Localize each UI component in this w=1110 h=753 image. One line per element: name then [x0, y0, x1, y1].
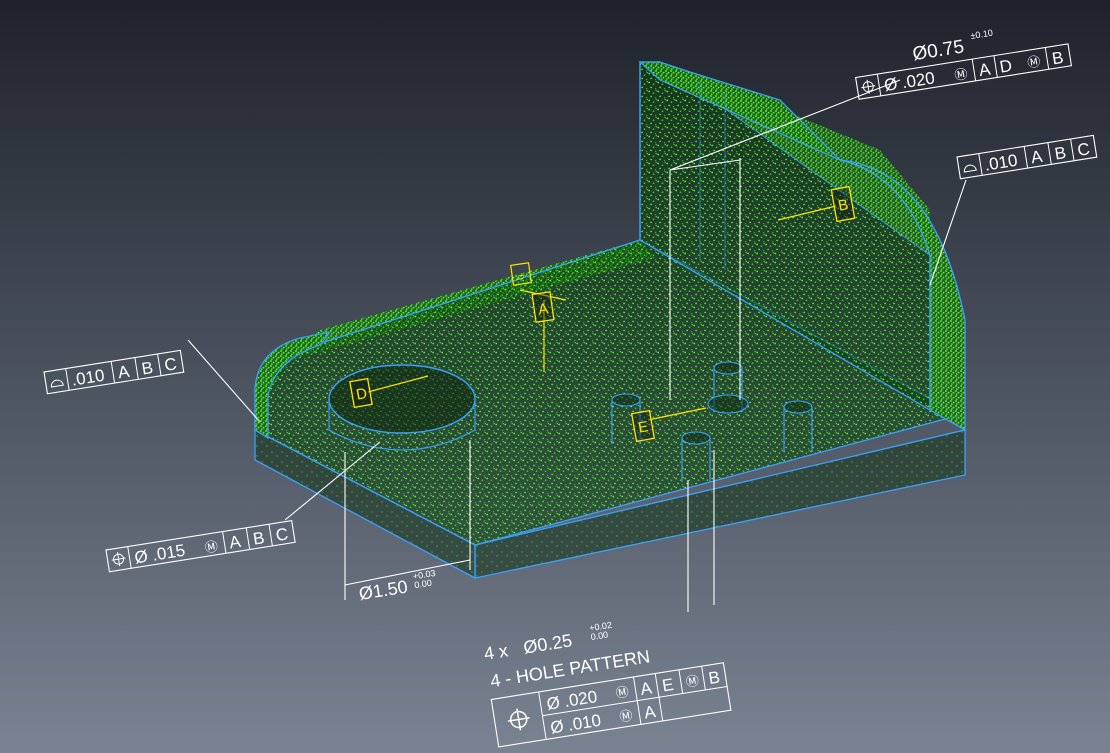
fcf-top-right-ref2: D	[998, 56, 1013, 77]
fcf-right-profile-ref1: A	[1030, 147, 1045, 168]
dim-bore[interactable]: Ø1.50 +0.03 0.00	[357, 568, 439, 604]
hole-pattern-row1-ref2: E	[661, 675, 675, 696]
fcf-left-position-ref3: C	[274, 524, 289, 545]
fcf-left-profile[interactable]: .010 A B C	[43, 349, 185, 395]
dim-bore-tol-lower: 0.00	[414, 578, 433, 591]
fcf-top-right[interactable]: Ø0.75 ±0.10 Ø .020 Ⓜ A D Ⓜ B	[851, 16, 1073, 100]
position-icon	[111, 552, 126, 567]
fcf-left-profile-ref3: C	[163, 354, 178, 375]
mmc-modifier-icon: Ⓜ	[615, 684, 630, 701]
mmc-modifier-icon: Ⓜ	[685, 673, 700, 690]
position-icon	[507, 708, 530, 731]
profile-of-surface-icon	[50, 379, 64, 388]
fcf-left-profile-ref2: B	[140, 358, 154, 379]
fcf-left-position-ref2: B	[252, 528, 266, 549]
hole-pattern-row2-ref1: A	[643, 702, 658, 723]
fcf-right-profile-ref2: B	[1053, 143, 1067, 164]
fcf-left-position[interactable]: Ø .015 Ⓜ A B C	[105, 519, 296, 573]
fcf-top-right-ref3: B	[1051, 48, 1065, 69]
fcf-left-profile-value: .010	[70, 366, 106, 390]
hole-pattern-dim: Ø0.25	[522, 630, 574, 657]
mmc-modifier-icon: Ⓜ	[618, 708, 633, 725]
hole-pattern-tol-lower: 0.00	[590, 629, 609, 642]
hole-pattern-row2-value: Ø .010	[549, 711, 602, 738]
fcf-right-profile[interactable]: .010 A B C	[956, 134, 1098, 180]
hole-pattern-row1-ref1: A	[639, 678, 654, 699]
cad-scene[interactable]: A ⏥ B D E Ø0.75 ±0.10 Ø .020 Ⓜ A D Ⓜ B .…	[0, 0, 1110, 753]
hole-pattern-count: 4 x	[482, 640, 509, 664]
bore-top	[328, 364, 476, 434]
fcf-top-right-ref1: A	[978, 59, 993, 80]
mmc-modifier-icon: Ⓜ	[953, 66, 968, 83]
hole-pattern-callout[interactable]: 4 x Ø0.25 +0.02 0.00 4 - HOLE PATTERN Ø …	[482, 603, 732, 748]
profile-of-surface-icon	[963, 164, 977, 173]
fcf-right-profile-ref3: C	[1076, 139, 1091, 160]
hole-pattern-row1-ref3: B	[707, 668, 721, 689]
fcf-left-profile-ref1: A	[117, 362, 132, 383]
flatness-icon: ⏥	[516, 270, 527, 283]
tol-top-right: ±0.10	[970, 28, 994, 41]
fcf-right-profile-value: .010	[983, 151, 1019, 175]
mmc-modifier-icon: Ⓜ	[1026, 54, 1041, 71]
part-model[interactable]	[254, 61, 966, 580]
mmc-modifier-icon: Ⓜ	[204, 539, 219, 556]
fcf-left-position-ref1: A	[228, 532, 243, 553]
dim-top-right: Ø0.75	[911, 36, 965, 65]
hole-pattern-row1-value: Ø .020	[545, 687, 598, 714]
cad-viewport[interactable]: { "colors": { "background_top": "#1e222a…	[0, 0, 1110, 753]
